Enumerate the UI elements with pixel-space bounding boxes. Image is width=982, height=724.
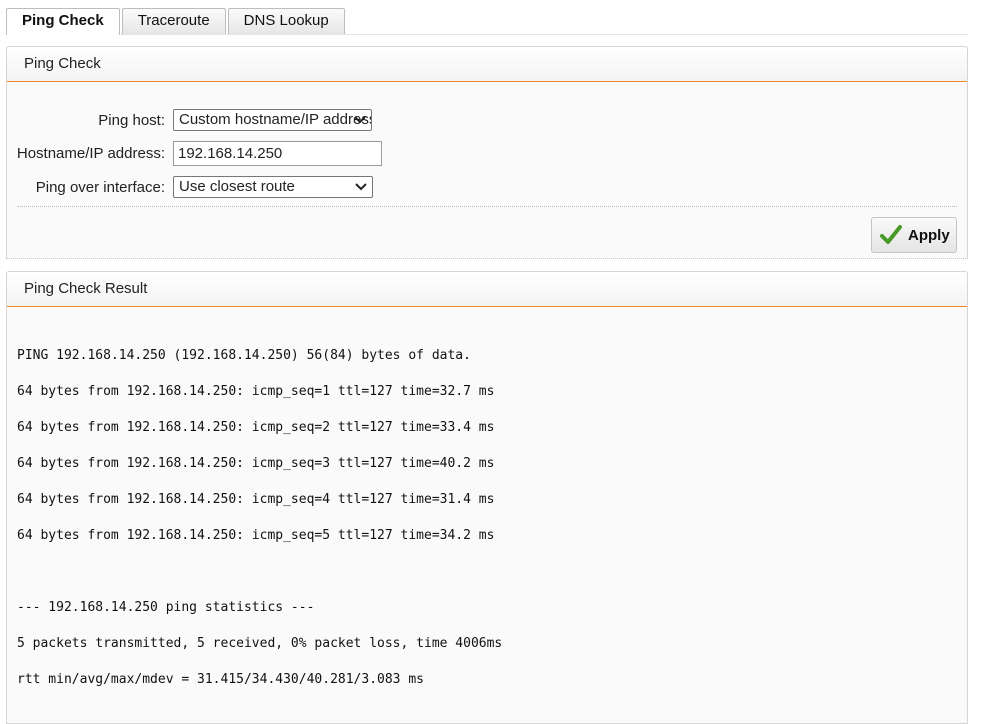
chevron-down-icon — [354, 116, 366, 124]
output-line: 64 bytes from 192.168.14.250: icmp_seq=1… — [17, 384, 495, 399]
tab-ping-check[interactable]: Ping Check — [6, 8, 120, 35]
ping-check-panel: Ping Check Ping host: Custom hostname/IP… — [6, 46, 968, 259]
chevron-down-icon — [355, 183, 367, 191]
output-line: 5 packets transmitted, 5 received, 0% pa… — [17, 636, 503, 651]
panel-title: Ping Check — [7, 47, 967, 82]
output-line: 64 bytes from 192.168.14.250: icmp_seq=4… — [17, 492, 495, 507]
ping-host-value: Custom hostname/IP address — [179, 111, 372, 128]
ping-host-select[interactable]: Custom hostname/IP address — [173, 109, 372, 131]
ping-host-row: Ping host: Custom hostname/IP address — [7, 109, 967, 133]
checkmark-icon — [880, 225, 902, 244]
output-line: rtt min/avg/max/mdev = 31.415/34.430/40.… — [17, 672, 424, 687]
tab-dns-lookup[interactable]: DNS Lookup — [227, 8, 345, 34]
hostname-label: Hostname/IP address: — [16, 145, 165, 162]
hostname-row: Hostname/IP address: 192.168.14.250 — [7, 141, 967, 166]
interface-value: Use closest route — [179, 178, 295, 195]
output-line: PING 192.168.14.250 (192.168.14.250) 56(… — [17, 348, 471, 363]
tab-traceroute[interactable]: Traceroute — [121, 8, 226, 34]
output-line: --- 192.168.14.250 ping statistics --- — [17, 600, 315, 615]
interface-select[interactable]: Use closest route — [173, 176, 373, 198]
output-line: 64 bytes from 192.168.14.250: icmp_seq=2… — [17, 420, 495, 435]
tab-bar-divider — [6, 34, 968, 35]
apply-button[interactable]: Apply — [871, 217, 957, 253]
interface-label: Ping over interface: — [35, 179, 165, 196]
tab-bar: Ping Check Traceroute DNS Lookup — [6, 8, 347, 35]
form-divider — [17, 206, 957, 207]
interface-row: Ping over interface: Use closest route — [7, 176, 967, 200]
ping-check-page: Ping Check Traceroute DNS Lookup Ping Ch… — [0, 0, 982, 724]
apply-label: Apply — [908, 226, 950, 244]
ping-result-panel: Ping Check Result PING 192.168.14.250 (1… — [6, 271, 968, 724]
panel-title: Ping Check Result — [7, 272, 967, 307]
hostname-input[interactable]: 192.168.14.250 — [173, 141, 382, 166]
output-line: 64 bytes from 192.168.14.250: icmp_seq=3… — [17, 456, 495, 471]
output-line: 64 bytes from 192.168.14.250: icmp_seq=5… — [17, 528, 495, 543]
ping-host-label: Ping host: — [98, 112, 165, 129]
